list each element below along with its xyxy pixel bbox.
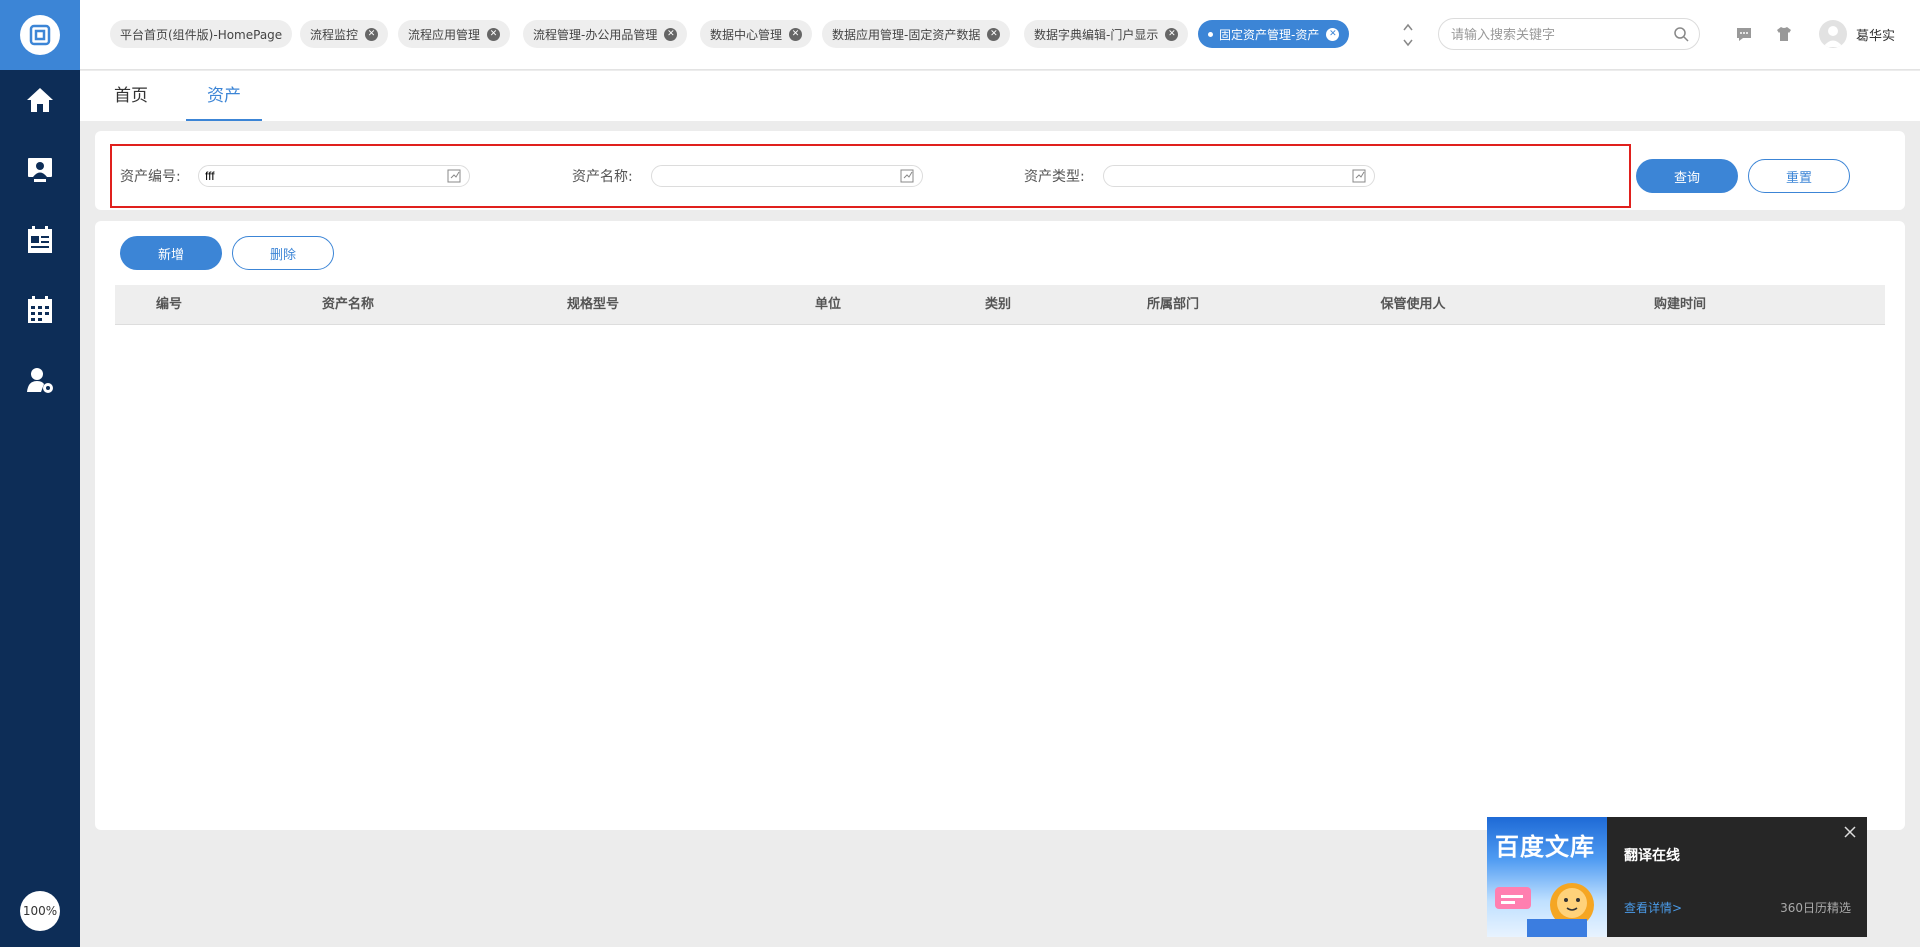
tab-fixed-asset-data[interactable]: 数据应用管理-固定资产数据 ✕ (822, 20, 1011, 48)
asset-type-input[interactable] (1110, 167, 1340, 185)
delete-button[interactable]: 删除 (232, 236, 334, 270)
top-bar: 平台首页(组件版)-HomePage 流程监控 ✕ 流程应用管理 ✕ 流程管理-办公… (80, 0, 1920, 70)
ad-illustration (1495, 883, 1594, 937)
username[interactable]: 葛华实 (1856, 25, 1895, 44)
tab-label: 数据应用管理-固定资产数据 (832, 27, 981, 42)
subtab-assets[interactable]: 资产 (186, 71, 262, 121)
tab-label: 固定资产管理-资产 (1219, 27, 1320, 42)
edit-icon[interactable] (900, 169, 914, 183)
home-icon[interactable] (22, 82, 58, 118)
subtab-home[interactable]: 首页 (108, 71, 154, 121)
asset-name-label: 资产名称: (572, 169, 633, 185)
tab-process-monitor[interactable]: 流程监控 ✕ (300, 20, 389, 48)
asset-code-label: 资产编号: (120, 169, 181, 185)
message-icon[interactable] (1735, 25, 1753, 43)
tab-process-app-management[interactable]: 流程应用管理 ✕ (398, 20, 511, 48)
close-icon[interactable]: ✕ (1326, 27, 1340, 41)
close-icon[interactable]: ✕ (487, 27, 501, 41)
column-header[interactable]: 所属部门 (1053, 285, 1293, 325)
column-header[interactable]: 购建时间 (1533, 285, 1827, 325)
asset-name-field (651, 165, 923, 187)
shirt-icon[interactable] (1775, 25, 1793, 43)
tab-office-supplies[interactable]: 流程管理-办公用品管理 ✕ (523, 20, 688, 48)
edit-icon[interactable] (1352, 169, 1366, 183)
column-header[interactable]: 资产名称 (223, 285, 473, 325)
column-header[interactable]: 单位 (713, 285, 943, 325)
asset-code-input[interactable] (205, 167, 435, 185)
ad-image[interactable]: 百度文库 (1487, 817, 1607, 937)
ad-source: 360日历精选 (1780, 901, 1851, 915)
logo-icon (20, 15, 60, 55)
search-input[interactable] (1451, 19, 1671, 49)
calendar-grid-icon[interactable] (22, 292, 58, 328)
asset-type-field (1103, 165, 1375, 187)
table-header: 编号 资产名称 规格型号 单位 类别 所属部门 保管使用人 购建时间 (115, 285, 1885, 325)
query-button[interactable]: 查询 (1636, 159, 1738, 193)
tab-data-dictionary[interactable]: 数据字典编辑-门户显示 ✕ (1024, 20, 1189, 48)
tab-label: 流程管理-办公用品管理 (533, 27, 658, 42)
ad-details-link[interactable]: 查看详情> (1624, 899, 1682, 916)
search-icon[interactable] (1673, 26, 1689, 42)
tab-scroll-arrows[interactable] (1401, 20, 1415, 50)
user-settings-icon[interactable] (22, 362, 58, 398)
column-header[interactable]: 规格型号 (473, 285, 713, 325)
tab-label: 数据中心管理 (710, 27, 783, 42)
close-icon[interactable] (1843, 825, 1857, 839)
sidebar: 100% (0, 0, 80, 947)
tab-label: 平台首页(组件版)-HomePage (120, 27, 283, 42)
zoom-level[interactable]: 100% (20, 891, 60, 931)
avatar[interactable] (1819, 20, 1847, 48)
search-box (1438, 18, 1700, 50)
ad-title: 翻译在线 (1624, 848, 1680, 864)
add-button[interactable]: 新增 (120, 236, 222, 270)
asset-name-input[interactable] (658, 167, 888, 185)
calendar-list-icon[interactable] (22, 222, 58, 258)
column-header[interactable]: 类别 (943, 285, 1053, 325)
close-icon[interactable]: ✕ (1165, 27, 1179, 41)
monitor-user-icon[interactable] (22, 152, 58, 188)
close-icon[interactable]: ✕ (789, 27, 803, 41)
column-header[interactable]: 编号 (115, 285, 223, 325)
active-dot (1208, 31, 1213, 37)
close-icon[interactable]: ✕ (664, 27, 678, 41)
tab-label: 流程监控 (310, 27, 359, 42)
close-icon[interactable]: ✕ (987, 27, 1001, 41)
tab-homepage[interactable]: 平台首页(组件版)-HomePage (110, 20, 293, 48)
tab-label: 流程应用管理 (408, 27, 481, 42)
edit-icon[interactable] (447, 169, 461, 183)
asset-type-label: 资产类型: (1024, 169, 1085, 185)
page-subtabs: 首页 资产 (80, 71, 1920, 121)
tab-data-center[interactable]: 数据中心管理 ✕ (700, 20, 813, 48)
reset-button[interactable]: 重置 (1748, 159, 1850, 193)
ad-popup[interactable]: 百度文库 翻译在线 查看详情> 360日历精选 (1487, 817, 1867, 937)
tab-fixed-asset-management[interactable]: 固定资产管理-资产 ✕ (1198, 20, 1350, 48)
close-icon[interactable]: ✕ (365, 27, 379, 41)
tab-label: 数据字典编辑-门户显示 (1034, 27, 1159, 42)
column-header[interactable]: 保管使用人 (1293, 285, 1533, 325)
asset-code-field (198, 165, 470, 187)
app-logo[interactable] (0, 0, 80, 70)
